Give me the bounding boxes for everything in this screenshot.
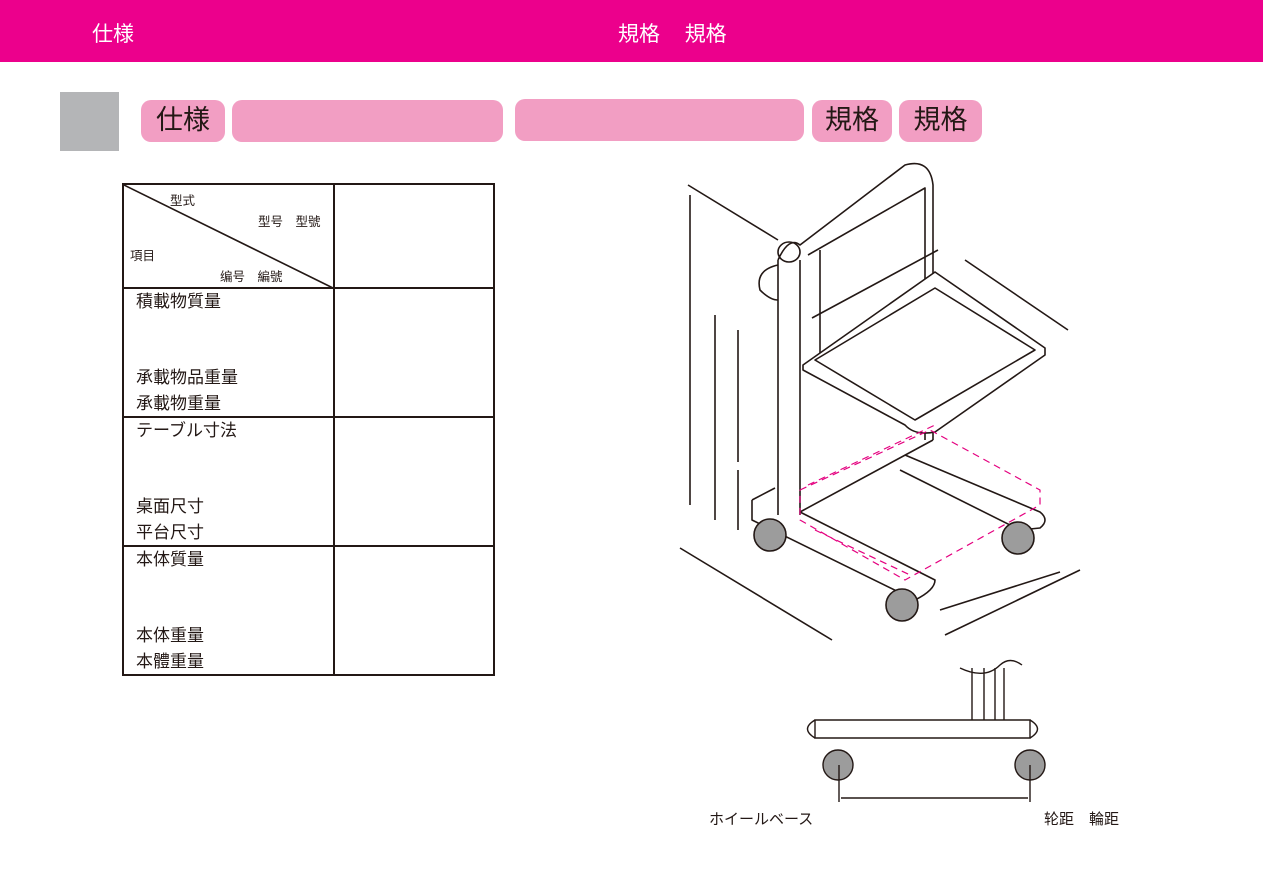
- wheel: [753, 518, 787, 552]
- section-tab-blank-1: [232, 100, 503, 142]
- column-divider: [333, 185, 335, 674]
- row-label-body-mass-zh2: 本體重量: [136, 652, 204, 672]
- model-label: 型式: [170, 193, 196, 208]
- number-variants: 编号 編號: [220, 269, 283, 284]
- cart-diagram: [679, 162, 1081, 802]
- side-view: [806, 659, 1046, 802]
- row-label-table-size-zh2: 平台尺寸: [136, 523, 204, 543]
- section-tab-blank-2: [515, 99, 804, 141]
- dimension-lines: [679, 184, 1081, 641]
- side-base: [814, 719, 1031, 739]
- header-title-left: 仕様: [92, 22, 134, 46]
- row-label-body-mass: 本体質量: [136, 550, 204, 570]
- load-outline: [807, 424, 936, 576]
- page-header: 仕様 規格 規格: [0, 0, 1263, 62]
- wheelbase-label-zh: 轮距 輪距: [1044, 810, 1120, 828]
- wheel: [1001, 521, 1035, 555]
- row-label-table-size: テーブル寸法: [136, 421, 237, 441]
- load-outline: [799, 429, 1041, 581]
- wheelbase-dimension: [838, 765, 1031, 802]
- item-label: 項目: [130, 248, 156, 263]
- section-tab-standard-1: 規格: [812, 100, 892, 142]
- side-wheel: [822, 749, 854, 781]
- header-title-right-1: 規格: [618, 22, 660, 46]
- header-title-right: 規格 規格: [618, 18, 745, 48]
- wheelbase-label-ja: ホイールベース: [709, 810, 814, 828]
- section-tab-standard-2: 規格: [899, 100, 982, 142]
- row-label-body-mass-zh1: 本体重量: [136, 626, 204, 646]
- wheel: [885, 588, 919, 622]
- row-label-load-zh1: 承載物品重量: [136, 368, 238, 388]
- row-label-load: 積載物質量: [136, 292, 221, 312]
- header-title-right-2: 規格: [684, 22, 727, 46]
- row-label-load-zh2: 承載物重量: [136, 394, 221, 414]
- side-upright: [959, 659, 1023, 720]
- spec-table: 型式 型号 型號 項目 编号 編號 積載物質量 承載物品重量 承載物重量 テーブ…: [122, 183, 495, 676]
- shelf: [802, 271, 1046, 434]
- model-variants: 型号 型號: [258, 214, 321, 229]
- section-tab-spec: 仕様: [141, 100, 225, 142]
- handle: [758, 264, 779, 301]
- section-marker: [60, 92, 119, 151]
- row-label-table-size-zh1: 桌面尺寸: [136, 497, 204, 517]
